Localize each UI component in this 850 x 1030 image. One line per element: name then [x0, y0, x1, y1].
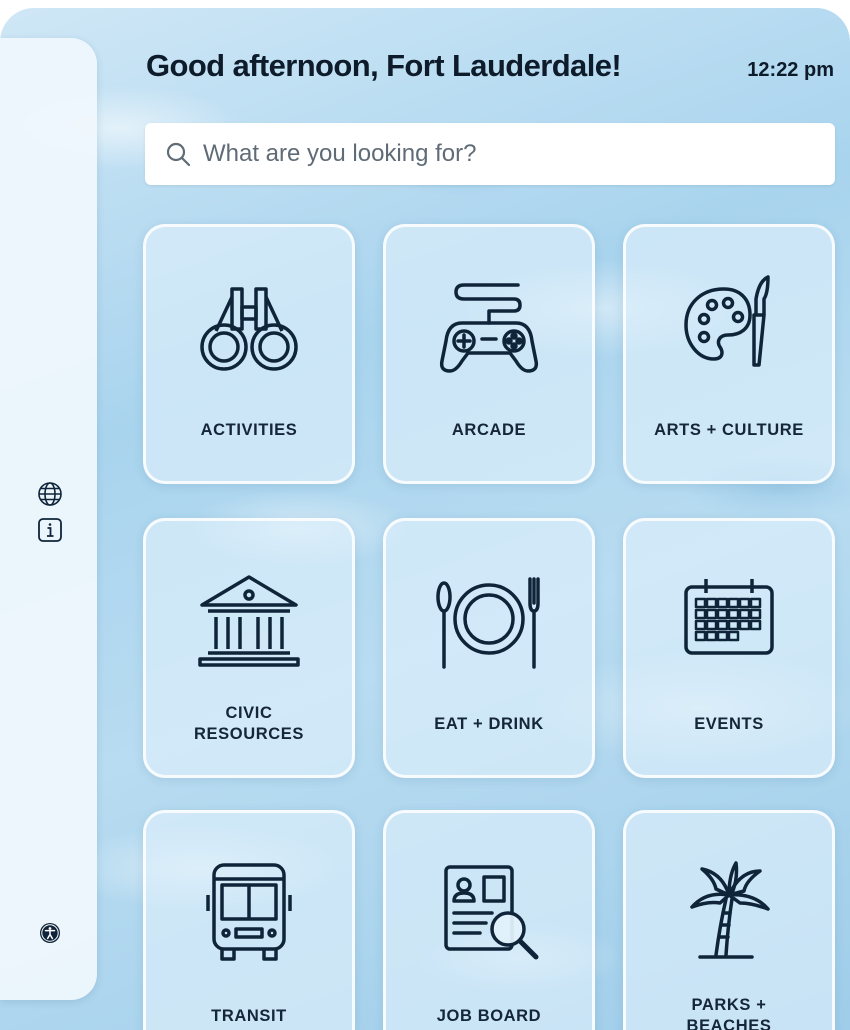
tile-parks-beaches[interactable]: PARKS + BEACHES	[623, 810, 835, 1030]
palm-tree-icon	[690, 861, 770, 959]
tile-label: ARCADE	[451, 420, 527, 439]
tile-label: JOB BOARD	[436, 1006, 542, 1025]
tile-label: PARKS + BEACHES	[686, 996, 772, 1030]
globe-icon[interactable]	[37, 481, 63, 507]
tile-label: CIVIC RESOURCES	[194, 704, 304, 743]
calendar-icon	[684, 579, 774, 655]
tile-arcade[interactable]: ARCADE	[383, 224, 595, 484]
government-building-icon	[198, 575, 300, 667]
plate-cutlery-icon	[436, 577, 540, 669]
tile-label: EAT + DRINK	[434, 714, 544, 733]
search-input[interactable]	[201, 139, 835, 169]
tile-label: ARTS + CULTURE	[654, 420, 804, 439]
palette-icon	[684, 275, 770, 367]
bus-icon	[206, 863, 292, 961]
tile-arts-culture[interactable]: ARTS + CULTURE	[623, 224, 835, 484]
kiosk-screen: Good afternoon, Fort Lauderdale! 12:22 p…	[0, 8, 850, 1030]
tile-label: TRANSIT	[211, 1006, 287, 1025]
tile-civic-resources[interactable]: CIVIC RESOURCES	[143, 518, 355, 778]
binoculars-icon	[200, 287, 298, 371]
tile-job-board[interactable]: JOB BOARD	[383, 810, 595, 1030]
tile-events[interactable]: EVENTS	[623, 518, 835, 778]
search-bar[interactable]	[145, 123, 835, 185]
gamepad-icon	[439, 283, 539, 373]
greeting-title: Good afternoon, Fort Lauderdale!	[146, 48, 622, 83]
tile-eat-drink[interactable]: EAT + DRINK	[383, 518, 595, 778]
sidebar	[0, 38, 97, 1000]
tile-label: EVENTS	[694, 714, 764, 733]
accessibility-icon[interactable]	[37, 920, 63, 946]
resume-search-icon	[444, 865, 539, 960]
info-icon[interactable]	[37, 517, 63, 543]
clock-time: 12:22 pm	[747, 59, 834, 81]
tile-label: ACTIVITIES	[200, 420, 298, 439]
tile-transit[interactable]: TRANSIT	[143, 810, 355, 1030]
search-icon	[166, 142, 191, 167]
tile-activities[interactable]: ACTIVITIES	[143, 224, 355, 484]
